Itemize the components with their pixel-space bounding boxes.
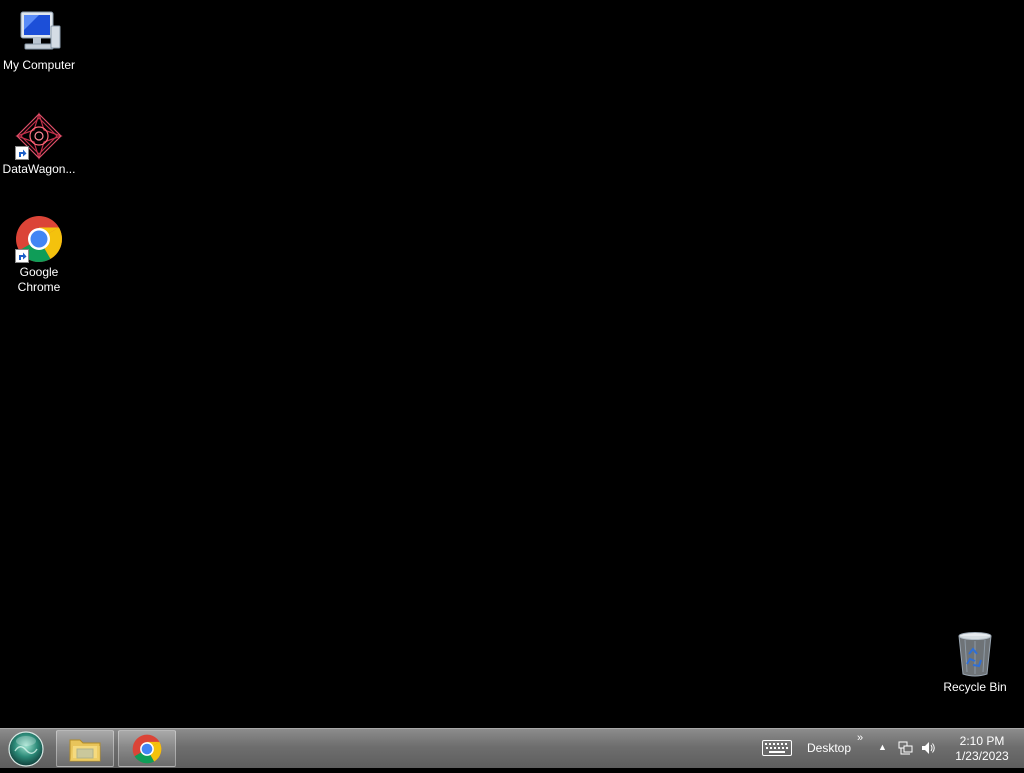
desktop-toolbar-label[interactable]: Desktop [807, 741, 851, 755]
taskbar-chrome-button[interactable] [118, 730, 176, 767]
desktop-icon-google-chrome[interactable]: Google Chrome [0, 215, 78, 295]
recycle-bin-icon [951, 630, 999, 678]
clock-date: 1/23/2023 [955, 749, 1009, 763]
clock[interactable]: 2:10 PM 1/23/2023 [946, 734, 1018, 764]
desktop-icon-label: My Computer [2, 58, 76, 72]
start-button[interactable] [6, 730, 46, 768]
desktop[interactable]: My Computer DataWagon... Google Chrome R… [0, 0, 1024, 728]
network-icon[interactable] [898, 740, 914, 756]
desktop-icon-datawagon[interactable]: DataWagon... [0, 111, 78, 177]
datawagon-icon [15, 111, 63, 161]
system-tray: Desktop » ▲ 2:10 PM 1/23/2023 [754, 729, 1024, 769]
computer-icon [15, 8, 63, 56]
desktop-icon-label: DataWagon... [2, 162, 76, 176]
chrome-icon [15, 215, 63, 263]
start-orb-icon [8, 731, 44, 767]
touch-keyboard-icon[interactable] [762, 740, 792, 756]
chrome-icon [132, 734, 162, 763]
desktop-icon-label: Google Chrome [17, 265, 61, 294]
volume-icon[interactable] [920, 740, 936, 756]
desktop-icon-my-computer[interactable]: My Computer [0, 8, 78, 73]
taskbar: Desktop » ▲ 2:10 PM 1/23/2023 [0, 728, 1024, 768]
folder-icon [69, 739, 101, 761]
desktop-icon-label: Recycle Bin [943, 680, 1007, 694]
toolbar-overflow-chevron-icon[interactable]: » [857, 732, 863, 744]
desktop-icon-recycle-bin[interactable]: Recycle Bin [936, 630, 1014, 695]
shortcut-arrow-icon [15, 146, 29, 160]
show-hidden-icons-button[interactable]: ▲ [878, 742, 887, 752]
clock-time: 2:10 PM [959, 734, 1005, 748]
shortcut-arrow-icon [15, 249, 29, 263]
taskbar-file-explorer-button[interactable] [56, 730, 114, 767]
